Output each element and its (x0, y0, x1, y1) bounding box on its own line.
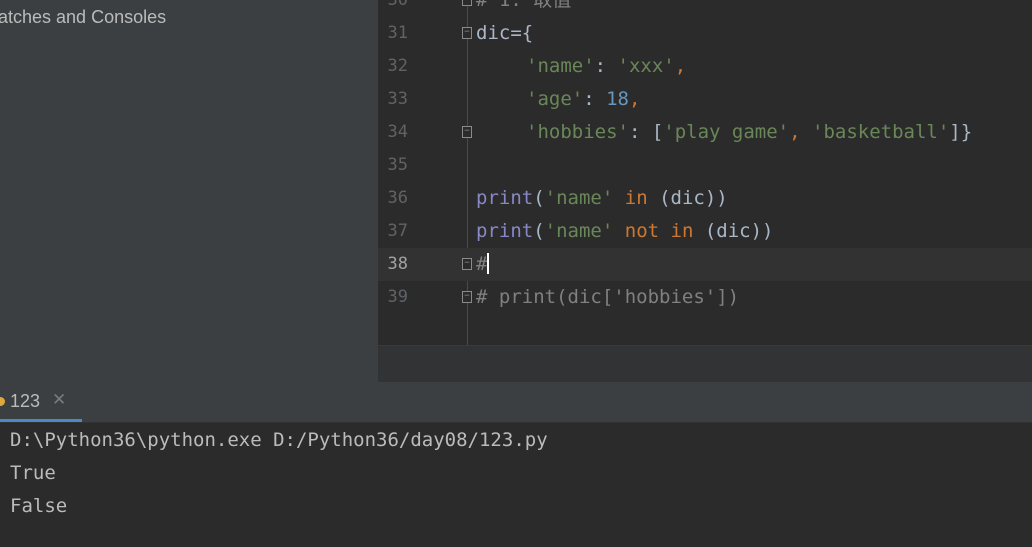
run-tab-123[interactable]: 123 ✕ (0, 382, 82, 422)
code-text: # 1. 取值 (476, 0, 572, 11)
code-text: print('name' in (dic)) (476, 187, 728, 209)
editor-breadcrumb-bar (378, 345, 1032, 383)
fold-icon[interactable]: − (462, 27, 472, 39)
fold-end-icon[interactable]: − (462, 291, 472, 303)
string-literal: 'name' (544, 187, 614, 209)
code-line[interactable]: 39 − # print(dic['hobbies']) (378, 281, 1032, 314)
line-number: 32 (387, 56, 408, 76)
close-icon[interactable]: ✕ (52, 390, 66, 410)
keyword: not in (624, 220, 694, 242)
console-line: False (10, 495, 68, 517)
project-panel: atches and Consoles (0, 0, 378, 382)
code-line[interactable]: 35 (378, 149, 1032, 182)
run-tab-label: 123 (10, 391, 41, 411)
code-text: # (476, 253, 490, 275)
dict-key: 'hobbies' (526, 121, 629, 143)
code-editor[interactable]: 30 − # 1. 取值 31 − dic={ 32 'name': 'xxx'… (378, 0, 1032, 345)
run-config-icon (0, 397, 5, 406)
list-item: 'basketball' (812, 121, 950, 143)
fold-end-icon[interactable]: − (462, 126, 472, 138)
run-tab-bar: 123 ✕ (0, 382, 1032, 423)
code-line[interactable]: 30 − # 1. 取值 (378, 0, 1032, 17)
code-line[interactable]: 32 'name': 'xxx', (378, 50, 1032, 83)
line-number: 39 (387, 287, 408, 307)
scratches-and-consoles-item[interactable]: atches and Consoles (0, 7, 166, 28)
console-line: True (10, 462, 56, 484)
code-line[interactable]: 31 − dic={ (378, 17, 1032, 50)
argument: (dic) (704, 220, 763, 242)
dict-key: 'age' (526, 88, 584, 110)
fold-icon[interactable]: − (462, 258, 472, 270)
argument: (dic) (659, 187, 717, 209)
string-literal: 'name' (544, 220, 614, 242)
run-console[interactable]: D:\Python36\python.exe D:/Python36/day08… (0, 423, 1032, 547)
ide-window: atches and Consoles 30 − # 1. 取值 31 − di… (0, 0, 1032, 547)
builtin-function: print (476, 187, 534, 209)
text-caret (487, 253, 490, 274)
code-text: 'age': 18, (526, 88, 641, 110)
console-line: D:\Python36\python.exe D:/Python36/day08… (10, 429, 548, 451)
list-item: 'play game' (663, 121, 790, 143)
code-text: dic={ (476, 22, 534, 44)
dict-value: 'xxx' (617, 55, 675, 77)
line-number: 36 (387, 188, 408, 208)
fold-icon[interactable]: − (462, 0, 472, 6)
code-text: 'name': 'xxx', (526, 55, 687, 77)
line-number: 33 (387, 89, 408, 109)
code-line[interactable]: 34 − 'hobbies': ['play game', 'basketbal… (378, 116, 1032, 149)
line-number: 38 (387, 254, 408, 274)
line-number: 31 (387, 23, 408, 43)
line-number: 30 (387, 0, 408, 10)
code-text: 'hobbies': ['play game', 'basketball']} (526, 121, 973, 143)
code-line[interactable]: 33 'age': 18, (378, 83, 1032, 116)
keyword: in (624, 187, 648, 209)
code-line-current[interactable]: 38 − # (378, 248, 1032, 281)
code-line[interactable]: 36 print('name' in (dic)) (378, 182, 1032, 215)
code-line[interactable]: 37 print('name' not in (dic)) (378, 215, 1032, 248)
code-text: print('name' not in (dic)) (476, 220, 774, 242)
line-number: 34 (387, 122, 408, 142)
builtin-function: print (476, 220, 534, 242)
line-number: 37 (387, 221, 408, 241)
line-number: 35 (387, 155, 408, 175)
code-text: # print(dic['hobbies']) (476, 286, 740, 308)
dict-key: 'name' (526, 55, 595, 77)
dict-value: 18 (606, 88, 629, 110)
